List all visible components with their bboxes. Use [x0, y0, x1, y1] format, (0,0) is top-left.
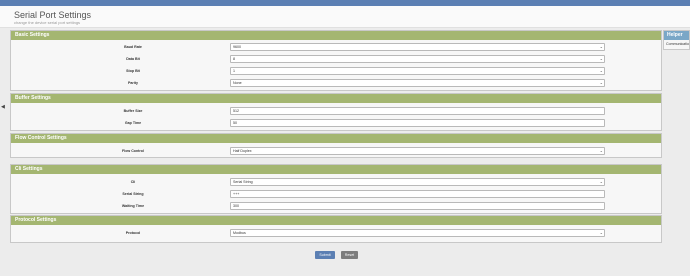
stop-bit-row: Stop Bit 1 ⌄ — [11, 67, 661, 76]
protocol-settings-panel: Protocol Settings Protocol Modbus ⌄ — [10, 215, 662, 243]
chevron-down-icon: ⌄ — [599, 148, 603, 153]
chevron-down-icon: ⌄ — [599, 80, 603, 85]
waiting-time-value: 300 — [233, 204, 239, 208]
stop-bit-value: 1 — [233, 69, 235, 73]
chevron-left-icon[interactable]: ◀ — [1, 104, 5, 110]
cli-settings-panel: Cli Settings Cli Serial String ⌄ Serial … — [10, 164, 662, 214]
serial-string-input[interactable]: +++ — [230, 190, 605, 198]
submit-button[interactable]: Submit — [315, 251, 335, 259]
data-bit-label: Data Bit — [126, 57, 140, 61]
buffer-settings-header: Buffer Settings — [11, 94, 661, 103]
page-header: Serial Port Settings change the device s… — [0, 6, 690, 28]
chevron-down-icon: ⌄ — [599, 68, 603, 73]
serial-string-row: Serial String +++ — [11, 190, 661, 199]
page-subtitle: change the device serial port settings — [14, 20, 81, 25]
buffer-size-input[interactable]: 512 — [230, 107, 605, 115]
cli-label: Cli — [130, 180, 136, 184]
chevron-down-icon: ⌄ — [599, 56, 603, 61]
baud-rate-select[interactable]: 9600 ⌄ — [230, 43, 605, 51]
protocol-label: Protocol — [125, 231, 141, 235]
gap-time-label: Gap Time — [124, 121, 142, 125]
basic-settings-panel: Basic Settings Baud Rate 9600 ⌄ Data Bit… — [10, 30, 662, 91]
flow-control-select[interactable]: Half Duplex ⌄ — [230, 147, 605, 155]
waiting-time-input[interactable]: 300 — [230, 202, 605, 210]
flow-control-label: Flow Control — [122, 149, 144, 153]
parity-value: None — [233, 81, 242, 85]
chevron-down-icon: ⌄ — [599, 44, 603, 49]
helper-item-communication[interactable]: Communication — [664, 40, 689, 48]
protocol-row: Protocol Modbus ⌄ — [11, 229, 661, 238]
helper-panel: Helper Communication — [663, 30, 690, 50]
cli-settings-header: Cli Settings — [11, 165, 661, 174]
flow-control-row: Flow Control Half Duplex ⌄ — [11, 147, 661, 156]
gap-time-value: 50 — [233, 121, 237, 125]
page-title: Serial Port Settings — [14, 10, 92, 20]
gap-time-row: Gap Time 50 — [11, 119, 661, 128]
data-bit-value: 8 — [233, 57, 235, 61]
buffer-size-row: Buffer Size 512 — [11, 107, 661, 116]
waiting-time-row: Waiting Time 300 — [11, 202, 661, 211]
protocol-settings-header: Protocol Settings — [11, 216, 661, 225]
serial-string-value: +++ — [233, 192, 240, 196]
cli-select[interactable]: Serial String ⌄ — [230, 178, 605, 186]
data-bit-row: Data Bit 8 ⌄ — [11, 55, 661, 64]
parity-row: Parity None ⌄ — [11, 79, 661, 88]
chevron-down-icon: ⌄ — [599, 230, 603, 235]
protocol-value: Modbus — [233, 231, 246, 235]
flow-control-panel: Flow Control Settings Flow Control Half … — [10, 133, 662, 158]
stop-bit-select[interactable]: 1 ⌄ — [230, 67, 605, 75]
buffer-settings-panel: Buffer Settings Buffer Size 512 Gap Time… — [10, 93, 662, 131]
left-sidebar-edge: ◀ — [0, 28, 8, 276]
cli-row: Cli Serial String ⌄ — [11, 178, 661, 187]
buffer-size-label: Buffer Size — [123, 109, 143, 113]
reset-button[interactable]: Reset — [341, 251, 358, 259]
buffer-size-value: 512 — [233, 109, 239, 113]
data-bit-select[interactable]: 8 ⌄ — [230, 55, 605, 63]
parity-select[interactable]: None ⌄ — [230, 79, 605, 87]
flow-control-header: Flow Control Settings — [11, 134, 661, 143]
cli-value: Serial String — [233, 180, 253, 184]
chevron-down-icon: ⌄ — [599, 179, 603, 184]
parity-label: Parity — [128, 81, 138, 85]
waiting-time-label: Waiting Time — [121, 204, 145, 208]
baud-rate-row: Baud Rate 9600 ⌄ — [11, 43, 661, 52]
helper-header: Helper — [664, 31, 689, 40]
gap-time-input[interactable]: 50 — [230, 119, 605, 127]
protocol-select[interactable]: Modbus ⌄ — [230, 229, 605, 237]
flow-control-value: Half Duplex — [233, 149, 252, 153]
baud-rate-label: Baud Rate — [124, 45, 142, 49]
baud-rate-value: 9600 — [233, 45, 241, 49]
basic-settings-header: Basic Settings — [11, 31, 661, 40]
serial-string-label: Serial String — [122, 192, 144, 196]
stop-bit-label: Stop Bit — [126, 69, 140, 73]
